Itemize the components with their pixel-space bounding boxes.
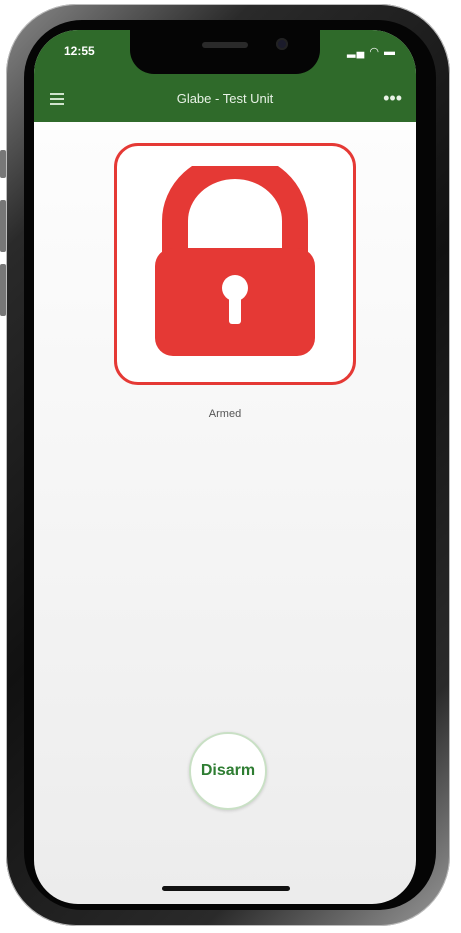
app-title: Glabe - Test Unit (176, 91, 274, 106)
status-time: 12:55 (64, 44, 95, 58)
more-options-icon[interactable]: ••• (383, 88, 402, 109)
arm-status-label: Armed (208, 408, 242, 420)
speaker-grille (202, 42, 248, 48)
signal-wifi-battery-icons: ▂▄ ◠ ▬ (347, 46, 396, 58)
home-indicator[interactable] (162, 886, 290, 891)
app-screen: 12:55 ▂▄ ◠ ▬ Glabe - Test Unit ••• Armed… (34, 30, 416, 904)
volume-down-button (0, 264, 6, 316)
disarm-button[interactable]: Disarm (189, 732, 267, 810)
notch (130, 30, 320, 74)
volume-up-button (0, 200, 6, 252)
app-bar: Glabe - Test Unit ••• (34, 78, 416, 122)
front-camera (276, 38, 288, 50)
mute-switch (0, 150, 6, 178)
lock-icon (155, 166, 315, 356)
lock-status-card[interactable] (114, 143, 356, 385)
